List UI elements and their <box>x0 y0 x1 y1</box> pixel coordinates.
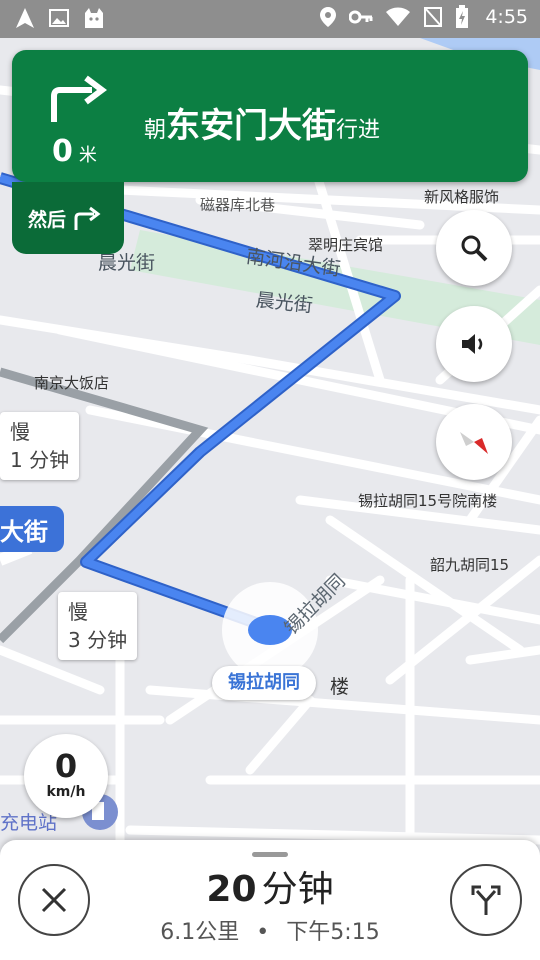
then-label: 然后 <box>28 208 67 231</box>
poi-label: 楼 <box>330 676 350 698</box>
speedometer: 0 km/h <box>24 734 108 818</box>
eta-number: 20 <box>206 869 257 910</box>
poi-label: 南京大饭店 <box>34 374 110 392</box>
cat-app-icon <box>85 8 103 28</box>
speed-unit: km/h <box>46 784 86 800</box>
traffic-time-text: 1 分钟 <box>10 448 70 472</box>
arrival-time: 下午5:15 <box>286 920 380 945</box>
trip-summary-sheet[interactable]: 20 分钟 6.1公里 • 下午5:15 <box>0 840 540 960</box>
navigation-arrow-icon <box>16 8 34 28</box>
battery-charging-icon <box>456 5 469 28</box>
distance-value: 0 <box>52 134 73 169</box>
traffic-time-text: 3 分钟 <box>68 628 128 652</box>
poi-label: 锡拉胡同15号院南楼 <box>358 492 498 510</box>
sheet-handle[interactable] <box>252 852 288 857</box>
road-label: 晨光街 <box>254 289 314 317</box>
road-label: 磁器库北巷 <box>200 196 276 214</box>
trip-distance: 6.1公里 <box>160 920 240 945</box>
street-name: 东安门大街 <box>166 106 337 146</box>
speed-value: 0 <box>54 747 78 785</box>
turn-instruction: 朝 东安门大街 行进 <box>144 98 380 147</box>
voice-button[interactable] <box>436 306 512 382</box>
search-button[interactable] <box>436 210 512 286</box>
image-icon <box>49 9 69 27</box>
traffic-callout[interactable]: 慢 1 分钟 <box>0 412 80 480</box>
current-location-label: 锡拉胡同 <box>212 666 316 700</box>
search-icon <box>461 235 488 262</box>
eta-unit: 分钟 <box>261 869 334 910</box>
traffic-speed-text: 慢 <box>10 420 30 444</box>
instruction-suffix: 行进 <box>336 118 381 143</box>
navigation-banner[interactable]: 0 米 朝 东安门大街 行进 <box>12 50 528 182</box>
speaker-icon <box>462 334 483 354</box>
alternate-routes-button[interactable] <box>450 864 522 936</box>
traffic-speed-text: 慢 <box>68 600 88 624</box>
traffic-callout[interactable]: 慢 3 分钟 <box>58 592 138 660</box>
compass-icon <box>460 432 488 454</box>
distance-to-turn: 0 米 <box>52 134 97 169</box>
clock: 4:55 <box>485 6 528 28</box>
separator-dot: • <box>256 920 270 945</box>
poi-label: 韶九胡同15 <box>430 556 510 574</box>
key-icon <box>349 10 373 24</box>
status-bar: 4:55 <box>0 0 540 38</box>
poi-label: 新风格服饰 <box>424 188 500 206</box>
no-sim-icon <box>424 7 443 27</box>
then-maneuver[interactable]: 然后 <box>12 182 124 254</box>
route-split-icon <box>471 885 501 915</box>
turn-right-small-icon <box>74 206 101 230</box>
instruction-prefix: 朝 <box>144 118 167 143</box>
street-tag: 大街 <box>0 506 64 552</box>
distance-unit: 米 <box>78 145 97 166</box>
turn-right-arrow-icon <box>51 75 107 122</box>
location-pin-icon <box>320 7 337 27</box>
compass-button[interactable] <box>436 404 512 480</box>
wifi-icon <box>386 7 411 26</box>
